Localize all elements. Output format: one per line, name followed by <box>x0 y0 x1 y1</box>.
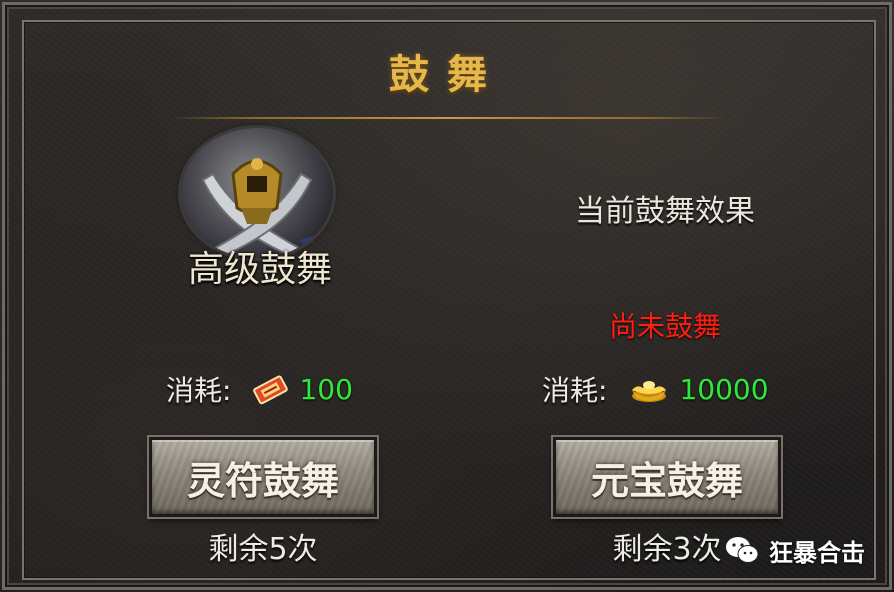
talisman-remaining-count: 剩余5次 <box>208 532 318 567</box>
inspire-panel: 鼓舞 高级鼓舞 当前鼓舞效果 尚未鼓舞 消耗: 100 消耗: 10000 灵符… <box>0 0 894 592</box>
current-effect-title: 当前鼓舞效果 <box>575 194 755 229</box>
talisman-icon <box>253 375 289 405</box>
talisman-cost: 消耗: 100 <box>166 369 353 409</box>
cost-value: 10000 <box>679 372 769 406</box>
gold-ingot-icon <box>632 381 667 402</box>
crossed-swords-helmet-icon <box>181 128 333 258</box>
title-divider <box>168 117 728 119</box>
watermark: 狂暴合击 <box>725 530 865 570</box>
ingot-inspire-button[interactable]: 元宝鼓舞 <box>551 435 783 519</box>
cost-value: 100 <box>299 372 353 406</box>
watermark-text: 狂暴合击 <box>769 538 865 567</box>
effect-status: 尚未鼓舞 <box>608 310 721 343</box>
wechat-icon <box>726 537 759 563</box>
talisman-inspire-button[interactable]: 灵符鼓舞 <box>147 435 379 519</box>
panel-title: 鼓舞 <box>389 51 505 98</box>
emblem-label: 高级鼓舞 <box>187 249 332 290</box>
cost-label: 消耗: <box>166 374 232 407</box>
cost-label: 消耗: <box>542 374 608 407</box>
ingot-cost: 消耗: 10000 <box>542 369 769 409</box>
